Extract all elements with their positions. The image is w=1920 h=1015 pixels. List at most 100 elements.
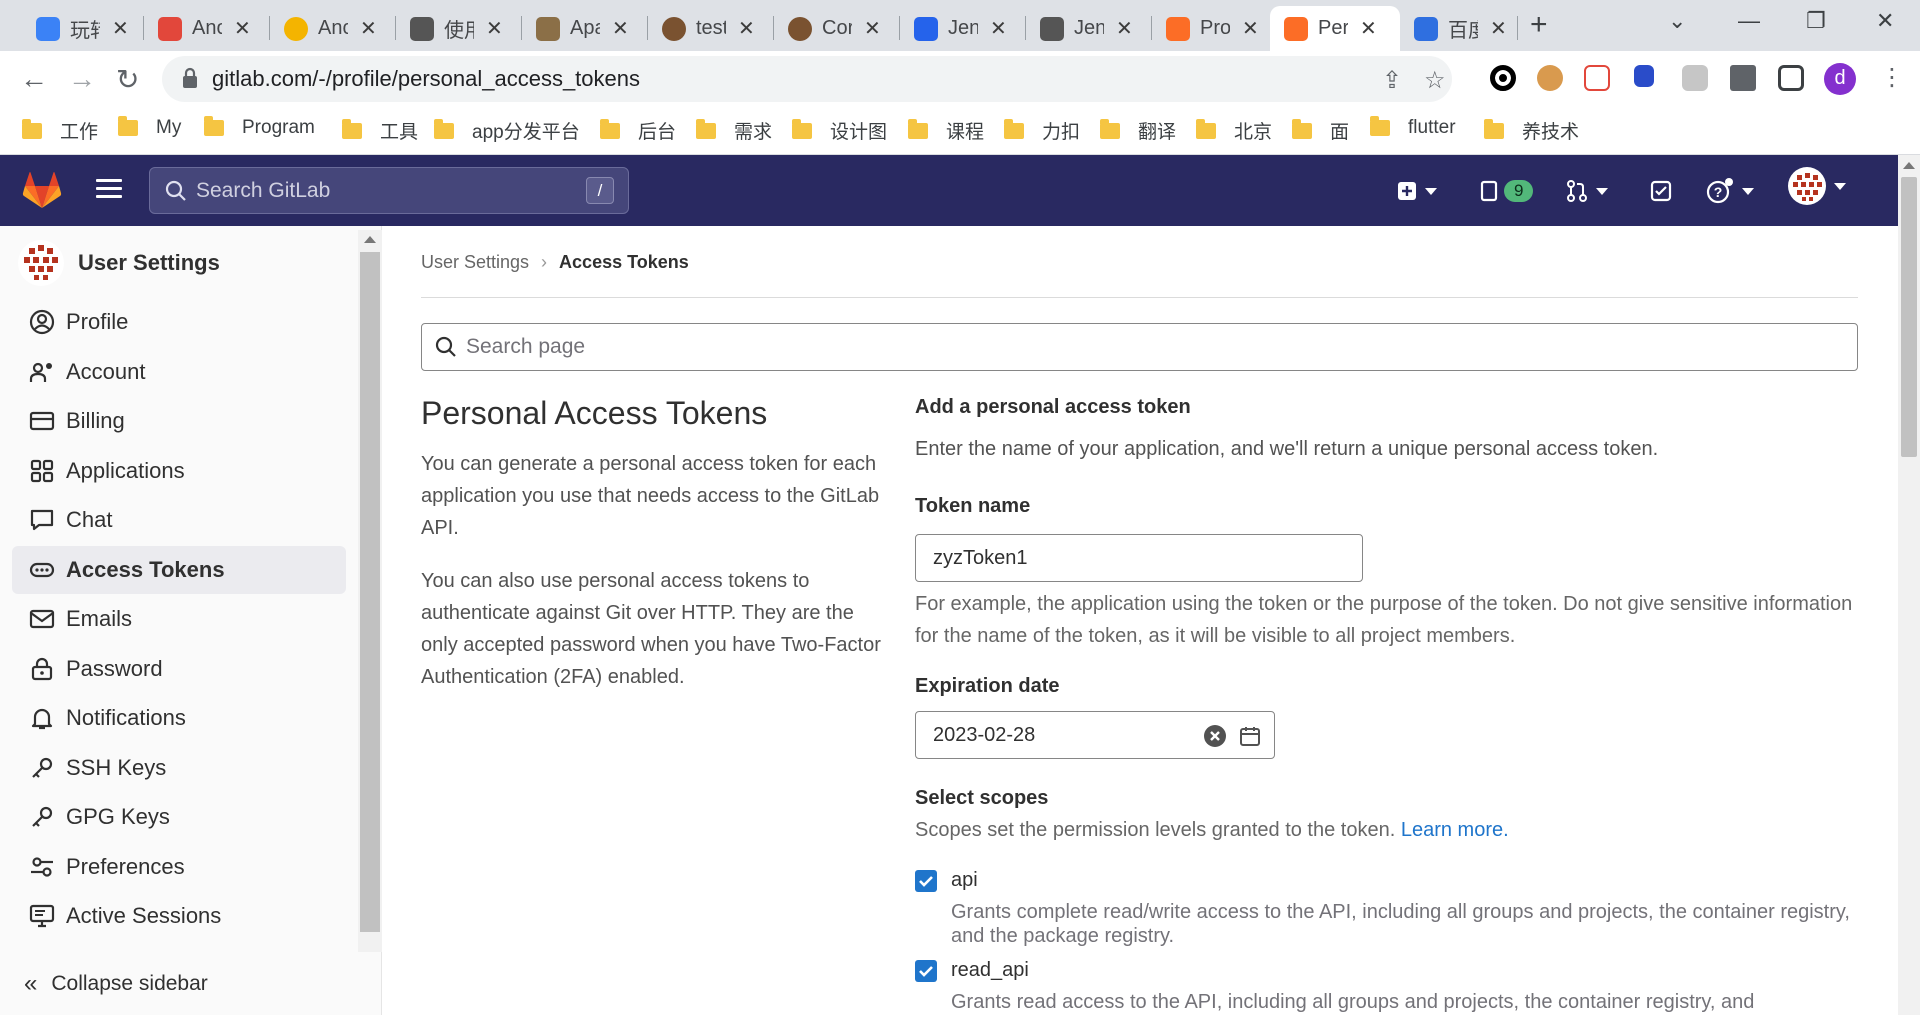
browser-tab[interactable]: Jen ✕ [900, 6, 1026, 51]
restore-icon[interactable]: ❐ [1806, 8, 1826, 34]
sidebar-item-billing[interactable]: Billing [12, 397, 346, 445]
global-search-input[interactable]: Search GitLab / [149, 167, 629, 214]
bookmark-folder[interactable]: 翻译 [1100, 117, 1176, 144]
bookmark-star-icon[interactable]: ☆ [1424, 66, 1446, 95]
sidebar-item-ssh-keys[interactable]: SSH Keys [12, 744, 346, 792]
browser-tab-active[interactable]: Per ✕ [1270, 6, 1400, 51]
extension-icon[interactable] [1634, 65, 1654, 87]
browser-tab[interactable]: Jen ✕ [1026, 6, 1152, 51]
gitlab-logo-icon[interactable] [22, 171, 62, 209]
browser-tab[interactable]: 使用 ✕ [396, 6, 522, 51]
sidebar-scrollbar[interactable] [358, 230, 382, 952]
address-bar[interactable]: gitlab.com/-/profile/personal_access_tok… [162, 56, 1452, 102]
minimize-icon[interactable]: — [1738, 8, 1760, 34]
tab-close-icon[interactable]: ✕ [1242, 16, 1259, 41]
bookmark-folder[interactable]: 养技术 [1484, 117, 1579, 144]
sidebar-item-preferences[interactable]: Preferences [12, 843, 346, 891]
page-search-input[interactable]: Search page [421, 323, 1858, 371]
browser-tab[interactable]: Ano ✕ [144, 6, 270, 51]
sidebar-header[interactable]: User Settings [18, 240, 220, 286]
bookmark-folder[interactable]: 工作 [22, 117, 98, 144]
browser-tab[interactable]: Apa ✕ [522, 6, 648, 51]
side-panel-icon[interactable] [1778, 65, 1804, 91]
cookie-extension-icon[interactable] [1537, 65, 1563, 91]
bookmark-folder[interactable]: 面 [1292, 117, 1349, 144]
tab-close-icon[interactable]: ✕ [738, 16, 755, 41]
page-scrollbar[interactable] [1898, 155, 1920, 1015]
merge-requests-dropdown[interactable] [1566, 177, 1608, 205]
scope-read-api-label[interactable]: read_api [951, 959, 1029, 982]
tab-close-icon[interactable]: ✕ [1490, 16, 1507, 41]
breadcrumb-current[interactable]: Access Tokens [559, 252, 689, 273]
tab-close-icon[interactable]: ✕ [486, 16, 503, 41]
tab-close-icon[interactable]: ✕ [234, 16, 251, 41]
browser-menu-icon[interactable]: ⋮ [1880, 63, 1904, 92]
sidebar-item-account[interactable]: Account [12, 348, 346, 396]
bookmark-folder[interactable]: My [118, 116, 181, 139]
user-menu-dropdown[interactable] [1788, 167, 1846, 205]
sidebar-item-applications[interactable]: Applications [12, 447, 346, 495]
breadcrumb-parent-link[interactable]: User Settings [421, 252, 529, 273]
browser-tab[interactable]: Pro ✕ [1152, 6, 1278, 51]
url-text[interactable]: gitlab.com/-/profile/personal_access_tok… [212, 66, 640, 92]
tab-close-icon[interactable]: ✕ [1360, 16, 1377, 41]
bookmark-folder[interactable]: 需求 [696, 117, 772, 144]
browser-tab[interactable]: Anc ✕ [270, 6, 396, 51]
profile-avatar[interactable]: d [1824, 63, 1856, 95]
sidebar-item-active-sessions[interactable]: Active Sessions [12, 892, 346, 940]
bookmark-folder[interactable]: app分发平台 [434, 117, 580, 144]
browser-tab[interactable]: Cor ✕ [774, 6, 900, 51]
learn-more-link[interactable]: Learn more. [1401, 819, 1509, 841]
browser-tab[interactable]: test ✕ [648, 6, 774, 51]
bookmark-folder[interactable]: 后台 [600, 117, 676, 144]
browser-tab[interactable]: 百度 ✕ [1400, 6, 1518, 51]
tab-close-icon[interactable]: ✕ [612, 16, 629, 41]
expiration-date-input[interactable]: 2023-02-28 [915, 711, 1275, 759]
reload-icon[interactable]: ↻ [116, 63, 139, 96]
back-icon[interactable]: ← [20, 63, 48, 95]
tab-close-icon[interactable]: ✕ [1116, 16, 1133, 41]
help-dropdown[interactable]: ? [1706, 177, 1754, 205]
scope-read-api-checkbox[interactable] [915, 960, 937, 982]
bookmark-folder[interactable]: 设计图 [792, 117, 887, 144]
bookmark-folder[interactable]: 工具 [342, 117, 418, 144]
sidebar-item-password[interactable]: Password [12, 645, 346, 693]
bookmark-folder[interactable]: flutter [1370, 116, 1456, 139]
sidebar-item-access-tokens[interactable]: Access Tokens [12, 546, 346, 594]
clear-icon[interactable] [1203, 724, 1227, 748]
sidebar-item-emails[interactable]: Emails [12, 595, 346, 643]
bookmark-label: Program [242, 117, 315, 138]
sidebar-item-notifications[interactable]: Notifications [12, 694, 346, 742]
new-item-dropdown[interactable] [1397, 177, 1437, 205]
todos-button[interactable] [1650, 177, 1672, 205]
close-window-icon[interactable]: ✕ [1876, 8, 1894, 34]
tab-close-icon[interactable]: ✕ [864, 16, 881, 41]
tab-close-icon[interactable]: ✕ [990, 16, 1007, 41]
issues-button[interactable]: 9 [1480, 177, 1534, 205]
token-name-input[interactable]: zyzToken1 [915, 534, 1363, 582]
extensions-puzzle-icon[interactable] [1730, 65, 1756, 91]
scope-api-label[interactable]: api [951, 869, 978, 892]
sidebar-item-profile[interactable]: Profile [12, 298, 346, 346]
tab-close-icon[interactable]: ✕ [112, 16, 129, 41]
main-menu-icon[interactable] [96, 179, 122, 199]
scope-api-checkbox[interactable] [915, 870, 937, 892]
bookmark-folder[interactable]: Program [204, 116, 315, 139]
forward-icon[interactable]: → [68, 63, 96, 95]
tab-search-icon[interactable]: ⌄ [1668, 8, 1686, 34]
calendar-icon[interactable] [1238, 724, 1262, 748]
extension-icon[interactable] [1490, 65, 1516, 91]
new-tab-button[interactable]: + [1530, 8, 1548, 42]
collapse-sidebar-button[interactable]: « Collapse sidebar [24, 970, 208, 998]
sidebar-item-label: Applications [66, 458, 185, 483]
sidebar-item-gpg-keys[interactable]: GPG Keys [12, 793, 346, 841]
share-icon[interactable]: ⇪ [1382, 66, 1402, 95]
sidebar-item-chat[interactable]: Chat [12, 496, 346, 544]
bookmark-folder[interactable]: 课程 [908, 117, 984, 144]
extension-icon[interactable] [1682, 65, 1708, 91]
bookmark-folder[interactable]: 力扣 [1004, 117, 1080, 144]
browser-tab[interactable]: 玩转 ✕ [22, 6, 144, 51]
tab-close-icon[interactable]: ✕ [360, 16, 377, 41]
bookmark-folder[interactable]: 北京 [1196, 117, 1272, 144]
extension-icon[interactable] [1584, 65, 1610, 91]
